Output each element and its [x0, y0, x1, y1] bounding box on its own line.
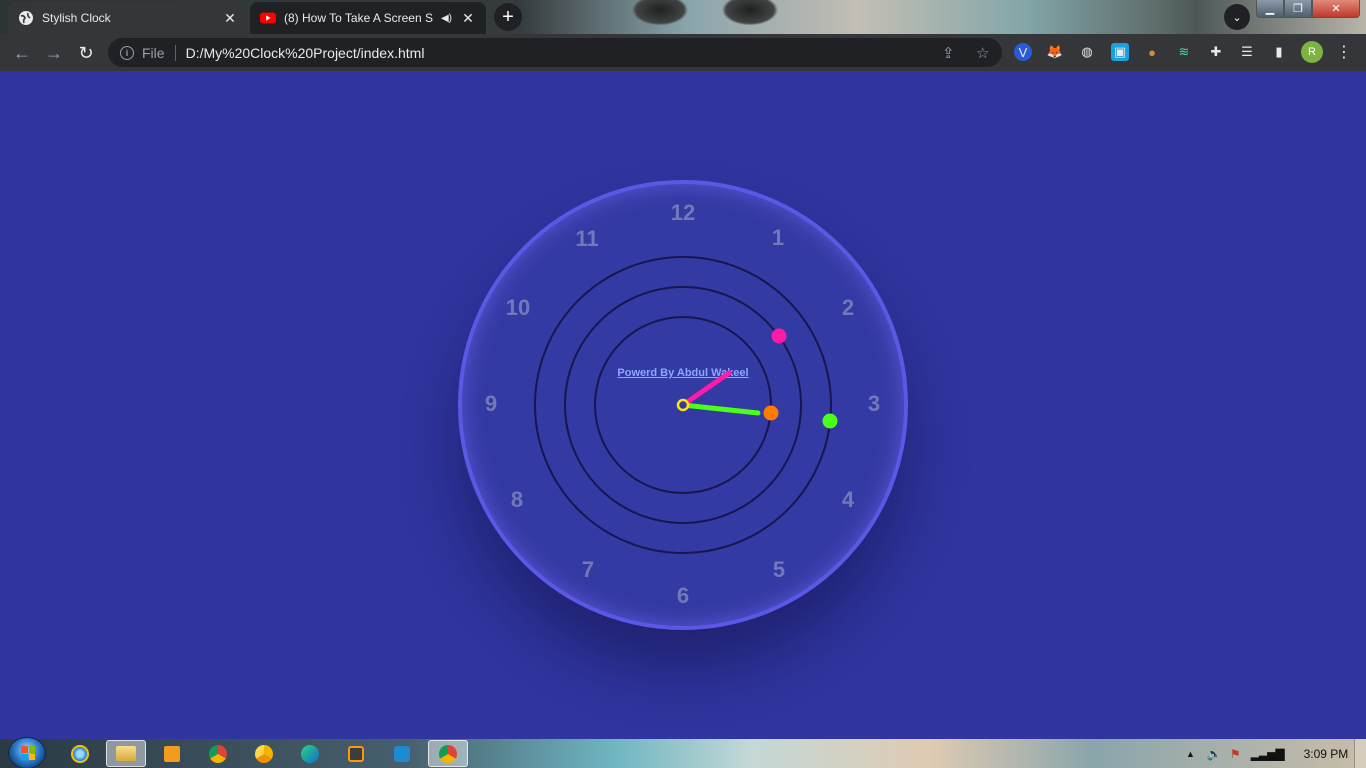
- clock-hands: [676, 328, 838, 429]
- share-icon[interactable]: ⇪: [942, 44, 955, 62]
- minimize-button[interactable]: ▁: [1256, 0, 1284, 18]
- chrome-icon[interactable]: [198, 740, 238, 767]
- metamask-icon[interactable]: 🦊: [1046, 43, 1064, 61]
- speaker-icon[interactable]: ◀): [441, 13, 452, 24]
- address-bar[interactable]: i File D:/My%20Clock%20Project/index.htm…: [108, 38, 1002, 67]
- second-dot: [763, 405, 779, 421]
- plus-icon: +: [502, 5, 514, 28]
- restore-button[interactable]: ❐: [1284, 0, 1312, 18]
- file-explorer-icon[interactable]: [106, 740, 146, 767]
- stack-extension-icon[interactable]: ≋: [1175, 43, 1193, 61]
- side-panel-icon[interactable]: ▮: [1270, 43, 1288, 61]
- browser-toolbar: ← → ↻ i File D:/My%20Clock%20Project/ind…: [0, 34, 1366, 71]
- taskbar: ▲ 🔈 ⚑ ▂▃▅▇ 3:09 PM: [0, 737, 1366, 768]
- vscode-icon[interactable]: [382, 740, 422, 767]
- center-pin: [676, 398, 690, 412]
- globe-icon: [18, 10, 34, 26]
- tab-title: (8) How To Take A Screen Sho: [284, 11, 433, 25]
- tray-expand-icon[interactable]: ▲: [1186, 749, 1195, 759]
- system-tray: ▲ 🔈 ⚑ ▂▃▅▇ 3:09 PM: [1186, 739, 1348, 768]
- close-tab-icon[interactable]: ✕: [460, 10, 476, 27]
- start-button[interactable]: [8, 737, 46, 768]
- show-desktop-button[interactable]: [1354, 739, 1366, 768]
- chrome-canary-icon[interactable]: [244, 740, 284, 767]
- windows-logo-icon: [21, 746, 35, 760]
- back-button[interactable]: ←: [8, 39, 36, 67]
- reload-button[interactable]: ↻: [72, 39, 100, 67]
- hour-dot: [771, 328, 787, 344]
- taskbar-clock[interactable]: 3:09 PM: [1304, 747, 1349, 761]
- divider: [174, 44, 176, 61]
- tab-title: Stylish Clock: [42, 11, 111, 25]
- forward-button[interactable]: →: [40, 39, 68, 67]
- page-body: 12 1 2 3 4 5 6 7 8 9 10 11 Powerd By Abd…: [0, 71, 1366, 739]
- window-controls: ▁ ❐ ✕: [1256, 0, 1360, 18]
- clock-face: 12 1 2 3 4 5 6 7 8 9 10 11 Powerd By Abd…: [458, 180, 908, 630]
- screen-capture-icon[interactable]: ▣: [1111, 43, 1129, 61]
- arrow-left-icon: ←: [13, 42, 31, 63]
- sublime-icon[interactable]: [336, 740, 376, 767]
- url-text: D:/My%20Clock%20Project/index.html: [185, 44, 425, 61]
- new-tab-button[interactable]: +: [494, 3, 522, 31]
- minute-dot: [822, 413, 838, 429]
- cookie-icon[interactable]: ●: [1143, 43, 1161, 61]
- reload-icon: ↻: [78, 42, 94, 63]
- signal-icon[interactable]: ▂▃▅▇: [1251, 747, 1285, 761]
- tab-youtube[interactable]: (8) How To Take A Screen Sho ◀) ✕: [250, 2, 486, 34]
- hour-hand: [680, 370, 732, 408]
- close-window-button[interactable]: ✕: [1312, 0, 1360, 18]
- edge-icon[interactable]: [290, 740, 330, 767]
- tab-stylish-clock[interactable]: Stylish Clock ✕: [8, 2, 248, 34]
- tab-search-button[interactable]: ⌄: [1224, 4, 1250, 30]
- close-tab-icon[interactable]: ✕: [222, 10, 238, 27]
- menu-icon[interactable]: ⋮: [1336, 42, 1352, 62]
- globe-extension-icon[interactable]: ◍: [1078, 43, 1096, 61]
- arrow-right-icon: →: [45, 42, 63, 63]
- youtube-icon: [260, 10, 276, 26]
- media-queue-icon[interactable]: ☰: [1238, 43, 1256, 61]
- tab-strip: Stylish Clock ✕ (8) How To Take A Screen…: [0, 0, 1366, 34]
- vpn-extension-icon[interactable]: V: [1014, 43, 1032, 61]
- chevron-down-icon: ⌄: [1232, 11, 1242, 24]
- volume-icon[interactable]: 🔈: [1207, 747, 1222, 761]
- star-icon[interactable]: ☆: [976, 44, 989, 62]
- chrome-active-icon[interactable]: [428, 740, 468, 767]
- minute-hand: [680, 402, 761, 416]
- media-player-icon[interactable]: [152, 740, 192, 767]
- network-error-icon[interactable]: ⚑: [1230, 747, 1241, 761]
- profile-avatar[interactable]: R: [1301, 41, 1323, 63]
- puzzle-icon[interactable]: ✚: [1207, 43, 1225, 61]
- info-icon[interactable]: i: [120, 45, 134, 60]
- internet-explorer-icon[interactable]: [60, 740, 100, 767]
- scheme-label: File: [142, 44, 165, 61]
